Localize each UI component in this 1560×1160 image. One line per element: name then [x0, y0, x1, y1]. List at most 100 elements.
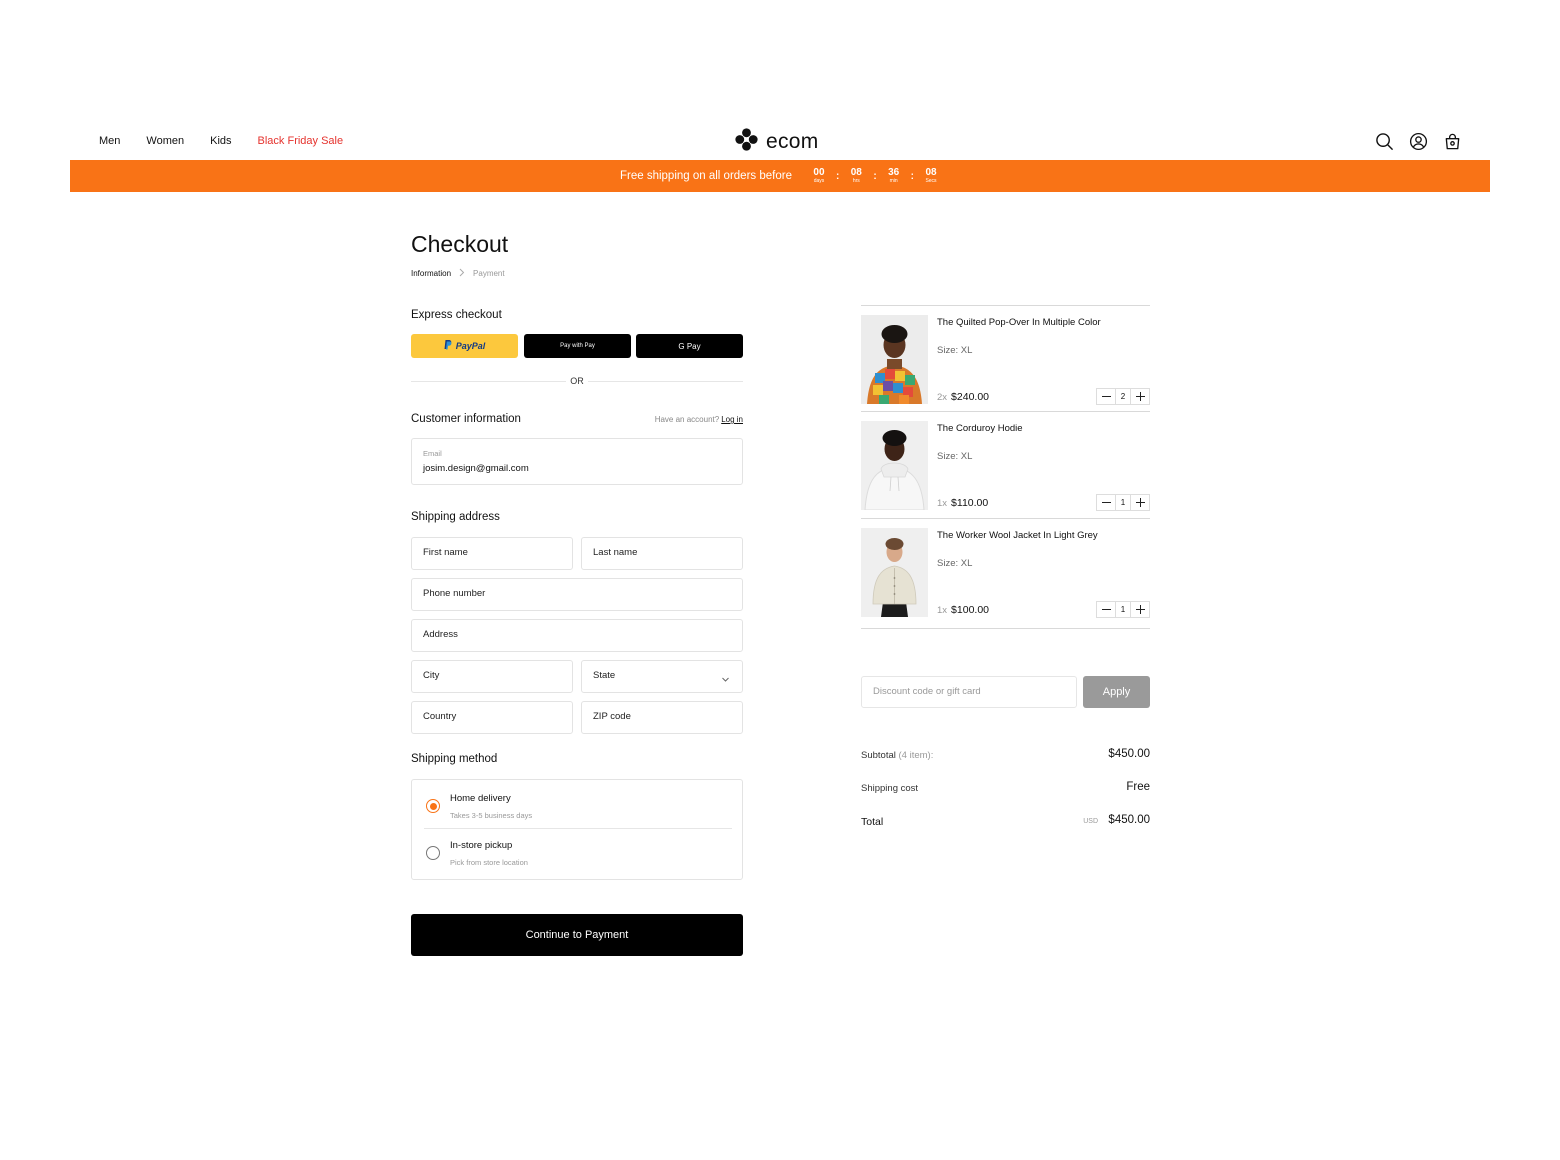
cart-item-name[interactable]: The Corduroy Hodie [937, 423, 1023, 434]
quantity-value[interactable]: 1 [1115, 602, 1131, 617]
banner-message: Free shipping on all orders before [620, 170, 792, 182]
cart-item-size: Size: XL [937, 558, 973, 569]
shipping-method-options: Home delivery Takes 3-5 business days In… [411, 779, 743, 880]
countdown-seconds: 08 Secs [922, 168, 940, 184]
have-account-text: Have an account? [654, 415, 720, 424]
countdown-value: 08 [850, 167, 862, 178]
phone-placeholder: Phone number [423, 588, 486, 599]
address-placeholder: Address [423, 629, 458, 640]
divider [861, 411, 1150, 412]
quantity-stepper: 2 [1096, 388, 1150, 405]
quantity-value[interactable]: 1 [1115, 495, 1131, 510]
divider [861, 518, 1150, 519]
apply-discount-button[interactable]: Apply [1083, 676, 1150, 708]
email-label: Email [423, 449, 442, 458]
product-image-worker-wool-jacket[interactable] [861, 528, 928, 617]
bag-icon[interactable] [1443, 132, 1462, 151]
google-pay-button[interactable]: G Pay [636, 334, 743, 358]
email-field[interactable]: Email josim.design@gmail.com [411, 438, 743, 485]
countdown-days: 00 days [810, 168, 828, 184]
address-field[interactable]: Address [411, 619, 743, 652]
continue-to-payment-button[interactable]: Continue to Payment [411, 914, 743, 956]
plus-icon[interactable] [1131, 602, 1149, 617]
shipping-option-description: Takes 3-5 business days [450, 811, 533, 820]
breadcrumb-information[interactable]: Information [411, 269, 451, 278]
shipping-option-name: Home delivery [450, 793, 511, 804]
cart-item-price: 1x $110.00 [937, 497, 988, 509]
shipping-option-description: Pick from store location [450, 858, 528, 867]
paypal-icon [444, 340, 452, 352]
search-icon[interactable] [1375, 132, 1394, 151]
chevron-down-icon [721, 671, 730, 689]
nav-men[interactable]: Men [99, 135, 120, 147]
paypal-button[interactable]: PayPal [411, 334, 518, 358]
first-name-field[interactable]: First name [411, 537, 573, 570]
product-image-quilted-pop-over[interactable] [861, 315, 928, 404]
shipping-cost-value: Free [1126, 781, 1150, 793]
customer-information-label: Customer information [411, 413, 521, 425]
cart-item: The Quilted Pop-Over In Multiple Color S… [861, 315, 1150, 405]
phone-field[interactable]: Phone number [411, 578, 743, 611]
shipping-method-label: Shipping method [411, 753, 498, 765]
state-select[interactable]: State [581, 660, 743, 693]
countdown-value: 08 [925, 167, 937, 178]
state-placeholder: State [593, 670, 616, 681]
breadcrumb: Information Payment [411, 268, 505, 279]
radio-unselected[interactable] [426, 846, 440, 860]
main-nav: Men Women Kids Black Friday Sale [99, 135, 369, 147]
minus-icon[interactable] [1097, 389, 1115, 404]
header-actions [1375, 132, 1462, 151]
last-name-placeholder: Last name [593, 547, 638, 558]
nav-kids[interactable]: Kids [210, 135, 231, 147]
radio-selected[interactable] [426, 799, 440, 813]
cart-item-multiplier: 1x [937, 498, 948, 509]
zip-field[interactable]: ZIP code [581, 701, 743, 734]
email-value[interactable]: josim.design@gmail.com [423, 463, 529, 474]
shipping-option-in-store-pickup[interactable]: In-store pickup Pick from store location [424, 834, 732, 878]
express-checkout-label: Express checkout [411, 309, 502, 321]
divider [424, 828, 732, 829]
subtotal-value: $450.00 [1108, 748, 1150, 760]
apple-pay-button[interactable]: Pay with Pay [524, 334, 631, 358]
minus-icon[interactable] [1097, 602, 1115, 617]
breadcrumb-payment[interactable]: Payment [473, 269, 505, 278]
plus-icon[interactable] [1131, 389, 1149, 404]
countdown-separator: : [873, 170, 877, 182]
cart-item-price: 2x $240.00 [937, 391, 989, 403]
cart-item-name[interactable]: The Quilted Pop-Over In Multiple Color [937, 317, 1101, 328]
minus-icon[interactable] [1097, 495, 1115, 510]
page-title: Checkout [411, 231, 509, 257]
cart-item-name[interactable]: The Worker Wool Jacket In Light Grey [937, 530, 1098, 541]
country-field[interactable]: Country [411, 701, 573, 734]
shipping-cost-label: Shipping cost [861, 783, 919, 794]
subtotal-item-count: (4 item): [898, 750, 934, 761]
countdown-minutes: 36 min [885, 168, 903, 184]
plus-icon[interactable] [1131, 495, 1149, 510]
discount-code-input[interactable] [873, 686, 1068, 697]
chevron-right-icon [459, 268, 465, 279]
cart-item: The Corduroy Hodie Size: XL 1x $110.00 1 [861, 421, 1150, 511]
countdown-value: 00 [813, 167, 825, 178]
last-name-field[interactable]: Last name [581, 537, 743, 570]
quantity-value[interactable]: 2 [1115, 389, 1131, 404]
brand-name: ecom [766, 130, 819, 153]
shipping-option-home-delivery[interactable]: Home delivery Takes 3-5 business days [424, 787, 732, 831]
login-link[interactable]: Log in [721, 415, 743, 424]
cart-item-price-value: $240.00 [951, 391, 990, 403]
zip-placeholder: ZIP code [593, 711, 631, 722]
apple-pay-label: Pay with Pay [560, 343, 595, 349]
quantity-stepper: 1 [1096, 601, 1150, 618]
city-field[interactable]: City [411, 660, 573, 693]
nav-black-friday-sale[interactable]: Black Friday Sale [258, 135, 344, 147]
cart-item-multiplier: 2x [937, 392, 948, 403]
nav-women[interactable]: Women [146, 135, 184, 147]
site-header: Men Women Kids Black Friday Sale ecom [70, 122, 1490, 160]
product-image-corduroy-hodie[interactable] [861, 421, 928, 510]
user-icon[interactable] [1409, 132, 1428, 151]
flower-logo-icon [735, 128, 758, 156]
city-placeholder: City [423, 670, 440, 681]
countdown-unit: min [889, 178, 898, 184]
brand-logo[interactable]: ecom [735, 128, 819, 156]
subtotal-label-group: Subtotal (4 item): [861, 750, 933, 761]
discount-code-field[interactable] [861, 676, 1077, 708]
